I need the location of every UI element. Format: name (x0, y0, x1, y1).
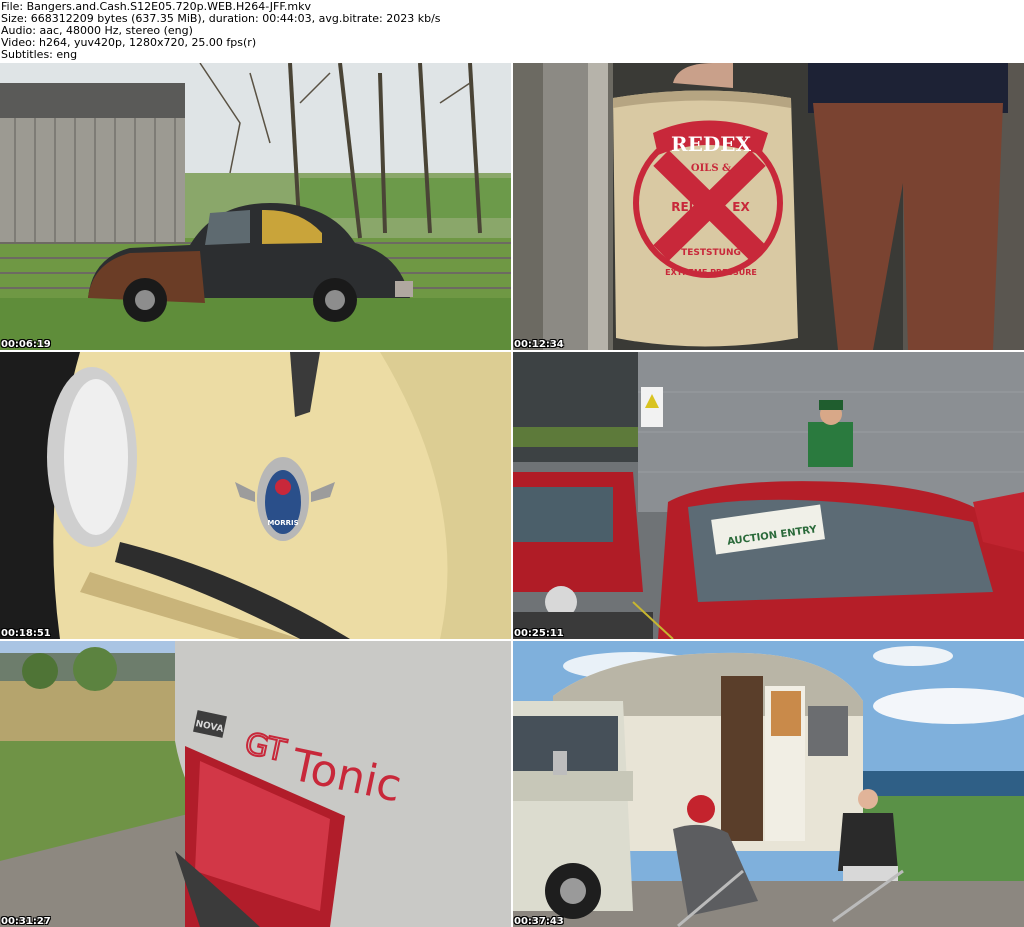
thumbnail-timestamp: 00:18:51 (1, 628, 51, 639)
thumbnail-1[interactable]: 00:06:19 (0, 63, 511, 350)
morris-badge-label: MORRIS (267, 519, 298, 527)
red-cars-showroom-image: AUCTION ENTRY (513, 352, 1024, 639)
thumbnail-4[interactable]: AUCTION ENTRY 00:25:11 (513, 352, 1024, 639)
redex-pressure-label: EXTREME PRESSURE (665, 268, 757, 277)
thumbnail-grid: 00:06:19 REDEX OILS & RED EX TESTSTUNG E… (0, 63, 1024, 927)
morris-minor-field-image (0, 63, 511, 350)
thumbnail-timestamp: 00:12:34 (514, 339, 564, 350)
file-info-header: File: Bangers.and.Cash.S12E05.720p.WEB.H… (0, 0, 1024, 63)
redex-oil-can-image: REDEX OILS & RED EX TESTSTUNG EXTREME PR… (513, 63, 1024, 350)
redex-test-label: TESTSTUNG (681, 248, 741, 258)
redex-oils-label: OILS & (691, 163, 731, 174)
thumbnail-5[interactable]: NOVA GT Tonic 00:31:27 (0, 641, 511, 927)
thumbnail-timestamp: 00:37:43 (514, 916, 564, 927)
redex-ex-label: EX (732, 200, 750, 214)
thumbnail-timestamp: 00:06:19 (1, 339, 51, 350)
redex-red-label: RED (671, 200, 698, 214)
thumbnail-6[interactable]: 00:37:43 (513, 641, 1024, 927)
thumbnail-timestamp: 00:25:11 (514, 628, 564, 639)
gt-tonic-tail-image: NOVA GT Tonic (0, 641, 511, 927)
morris-badge-image: MORRIS (0, 352, 511, 639)
thumbnail-timestamp: 00:31:27 (1, 916, 51, 927)
thumbnail-3[interactable]: MORRIS 00:18:51 (0, 352, 511, 639)
redex-brand-label: REDEX (671, 132, 751, 156)
caravan-seaside-image (513, 641, 1024, 927)
subtitles-line: Subtitles: eng (1, 48, 78, 61)
thumbnail-2[interactable]: REDEX OILS & RED EX TESTSTUNG EXTREME PR… (513, 63, 1024, 350)
